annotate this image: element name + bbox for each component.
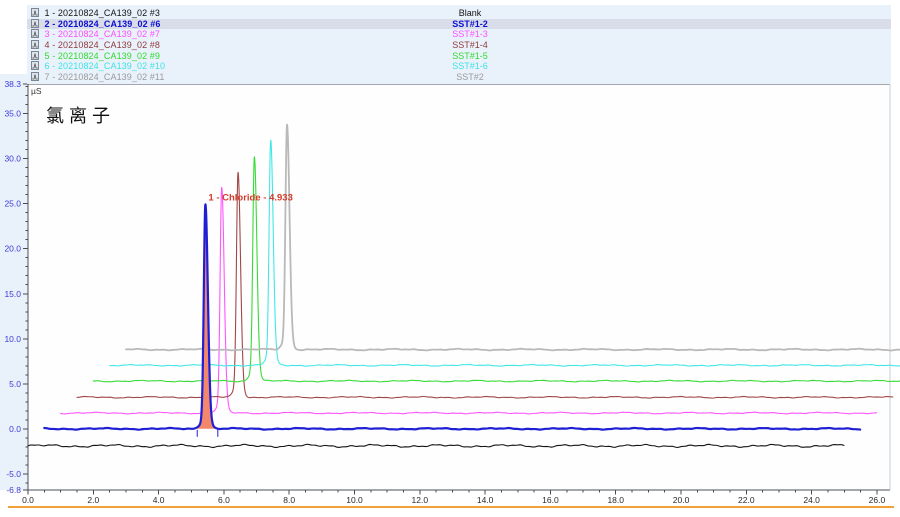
injection-label: 6 - 20210824_CA139_02 #10 <box>45 61 166 71</box>
sample-name: SST#1-2 <box>395 19 545 30</box>
svg-text:20.0: 20.0 <box>673 495 690 505</box>
y-axis-unit-label: µS <box>31 86 42 96</box>
chromatogram-icon <box>31 40 39 49</box>
svg-text:16.0: 16.0 <box>542 495 559 505</box>
legend-row[interactable]: 1 - 20210824_CA139_02 #3 Blank <box>27 8 891 19</box>
svg-text:10.0: 10.0 <box>4 334 21 344</box>
svg-text:12.0: 12.0 <box>412 495 429 505</box>
x-axis <box>28 490 877 495</box>
injection-label: 2 - 20210824_CA139_02 #6 <box>45 19 161 29</box>
injection-label: 7 - 20210824_CA139_02 #11 <box>45 72 165 82</box>
sample-name: Blank <box>395 8 545 19</box>
svg-text:8.0: 8.0 <box>283 495 295 505</box>
plot-title: 氯离子 <box>46 102 115 128</box>
injection-label: 4 - 20210824_CA139_02 #8 <box>45 40 161 50</box>
svg-text:38.3: 38.3 <box>4 79 21 89</box>
svg-text:-5.0: -5.0 <box>6 469 21 479</box>
injection-label: 1 - 20210824_CA139_02 #3 <box>45 8 161 18</box>
svg-text:26.0: 26.0 <box>869 495 886 505</box>
bottom-accent-line <box>8 506 894 508</box>
chromatogram-icon <box>31 51 39 60</box>
svg-text:35.0: 35.0 <box>4 109 21 119</box>
chromatogram-icon <box>31 29 39 38</box>
peak-label: 1 - Chloride - 4.933 <box>208 193 292 204</box>
svg-text:5.0: 5.0 <box>9 379 21 389</box>
chromatogram-icon <box>31 8 39 17</box>
legend-row[interactable]: 2 - 20210824_CA139_02 #6 SST#1-2 <box>27 19 891 30</box>
injection-label: 5 - 20210824_CA139_02 #9 <box>45 51 161 61</box>
injection-legend: 1 - 20210824_CA139_02 #3 Blank 2 - 20210… <box>27 5 891 84</box>
svg-text:4.0: 4.0 <box>153 495 165 505</box>
sample-name: SST#1-5 <box>395 51 545 62</box>
svg-text:10.0: 10.0 <box>346 495 363 505</box>
legend-row[interactable]: 5 - 20210824_CA139_02 #9 SST#1-5 <box>27 51 891 62</box>
svg-text:14.0: 14.0 <box>477 495 494 505</box>
chromatogram-window: -5.0 0.0 5.0 10.0 15.0 20.0 25.0 30.0 35.0 38.3 -6… <box>0 0 900 517</box>
legend-row[interactable]: 4 - 20210824_CA139_02 #8 SST#1-4 <box>27 40 891 51</box>
svg-text:25.0: 25.0 <box>4 199 21 209</box>
svg-text:22.0: 22.0 <box>738 495 755 505</box>
legend-row[interactable]: 3 - 20210824_CA139_02 #7 SST#1-3 <box>27 29 891 40</box>
svg-text:30.0: 30.0 <box>4 154 21 164</box>
svg-text:2.0: 2.0 <box>87 495 99 505</box>
svg-text:15.0: 15.0 <box>4 289 21 299</box>
svg-text:18.0: 18.0 <box>607 495 624 505</box>
chromatogram-icon <box>31 19 39 28</box>
legend-row[interactable]: 7 - 20210824_CA139_02 #11 SST#2 <box>27 72 891 83</box>
sample-name: SST#1-3 <box>395 29 545 40</box>
injection-label: 3 - 20210824_CA139_02 #7 <box>45 29 161 39</box>
svg-text:-6.8: -6.8 <box>6 485 21 495</box>
svg-text:24.0: 24.0 <box>803 495 820 505</box>
sample-name: SST#1-6 <box>395 61 545 72</box>
legend-row[interactable]: 6 - 20210824_CA139_02 #10 SST#1-6 <box>27 61 891 72</box>
x-axis-labels: 0.0 2.0 4.0 6.0 8.0 10.0 12.0 14.0 16.0 18.0 20.0 2… <box>22 495 885 505</box>
svg-text:20.0: 20.0 <box>4 244 21 254</box>
sample-name: SST#2 <box>395 72 545 83</box>
chromatogram-icon <box>31 72 39 81</box>
svg-text:0.0: 0.0 <box>22 495 34 505</box>
svg-text:0.0: 0.0 <box>9 424 21 434</box>
chromatogram-icon <box>31 61 39 70</box>
sample-name: SST#1-4 <box>395 40 545 51</box>
svg-text:6.0: 6.0 <box>218 495 230 505</box>
